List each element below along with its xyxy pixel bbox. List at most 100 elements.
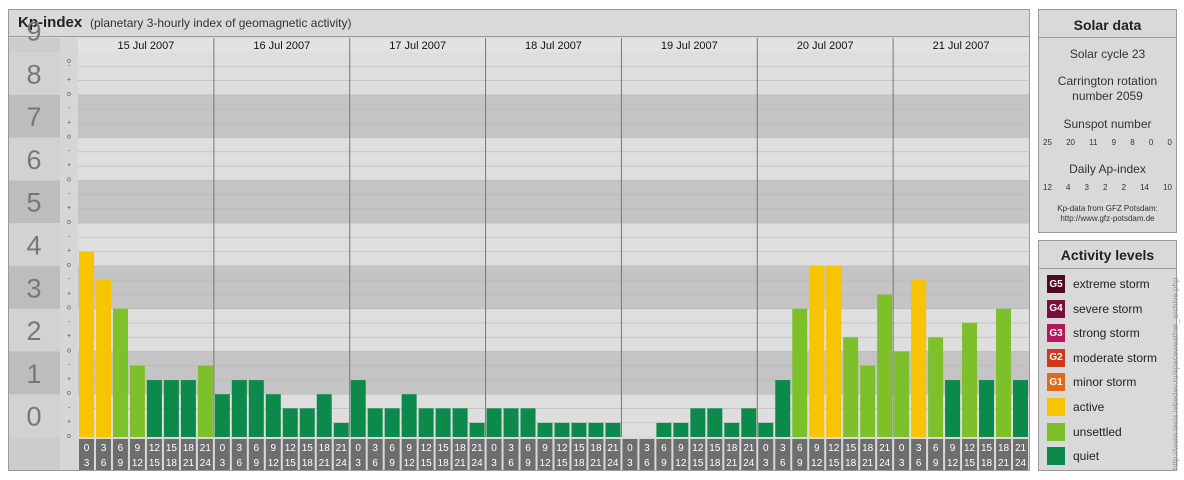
kp-bar	[197, 365, 213, 437]
x-tick-label: 21	[1015, 443, 1027, 454]
x-tick-label: 3	[780, 443, 786, 454]
kp-bar	[894, 351, 910, 437]
kp-bar	[214, 394, 230, 437]
x-tick-label: 3	[508, 443, 514, 454]
x-tick-label: 15	[438, 443, 450, 454]
kp-bar	[1013, 380, 1028, 437]
x-tick-label: 9	[406, 443, 412, 454]
level-swatch: G4	[1047, 299, 1065, 318]
x-tick-label: 24	[743, 458, 755, 469]
kp-bar	[299, 408, 315, 437]
x-tick-label: 21	[743, 443, 755, 454]
x-tick-label: 3	[644, 443, 650, 454]
kp-bar	[486, 408, 502, 437]
y-minor-tick-label: o	[67, 176, 71, 183]
x-tick-label: 15	[692, 458, 704, 469]
x-tick-label: 9	[797, 458, 803, 469]
y-minor-tick-label: o	[67, 91, 71, 98]
kp-band-4	[78, 223, 1029, 266]
level-label: quiet	[1073, 449, 1100, 464]
ap-value: 10	[1163, 183, 1172, 192]
x-tick-label: 21	[879, 443, 891, 454]
carrington-line2: number 2059	[1072, 89, 1143, 103]
x-tick-label: 12	[964, 443, 976, 454]
kp-bar	[979, 380, 995, 437]
y-minor-tick-label: o	[67, 305, 71, 312]
x-tick-label: 24	[336, 458, 348, 469]
x-tick-label: 21	[590, 458, 602, 469]
x-tick-label: 0	[491, 443, 497, 454]
x-tick-label: 21	[319, 458, 331, 469]
kp-bar	[503, 408, 519, 437]
ap-values: 12 4 3 2 2 14 10	[1043, 183, 1172, 192]
x-tick-label: 9	[271, 443, 277, 454]
x-tick-label: 9	[678, 443, 684, 454]
level-swatch: G3	[1047, 324, 1065, 343]
x-tick-label: 3	[237, 443, 243, 454]
x-tick-label: 12	[811, 458, 823, 469]
x-tick-label: 6	[254, 443, 260, 454]
kp-bar	[554, 422, 570, 437]
x-tick-label: 6	[797, 443, 803, 454]
kp-bar	[860, 365, 876, 437]
y-minor-tick-label: o	[67, 134, 71, 141]
kp-band-6	[78, 137, 1029, 181]
sunspot-value: 0	[1148, 138, 1154, 147]
level-label: moderate storm	[1073, 350, 1158, 365]
level-label: strong storm	[1073, 326, 1140, 341]
solar-divider	[1039, 37, 1176, 38]
x-tick-label: 24	[879, 458, 891, 469]
x-tick-label: 9	[933, 458, 939, 469]
x-tick-label: 12	[539, 458, 551, 469]
y-minor-tick-label: o	[67, 262, 71, 269]
kp-bar	[95, 280, 111, 437]
kp-bar	[350, 380, 366, 437]
y-minor-tick-label: o	[67, 433, 71, 440]
x-tick-label: 18	[726, 443, 738, 454]
kp-bar	[520, 408, 536, 437]
x-tick-label: 12	[421, 443, 433, 454]
x-tick-label: 12	[404, 458, 416, 469]
x-tick-label: 21	[183, 458, 195, 469]
kp-bar	[129, 365, 145, 437]
x-tick-label: 9	[542, 443, 548, 454]
x-tick-label: 15	[302, 443, 314, 454]
day-label: 20 Jul 2007	[797, 40, 854, 52]
x-tick-label: 18	[998, 443, 1010, 454]
x-tick-label: 9	[950, 443, 956, 454]
x-tick-label: 18	[862, 443, 874, 454]
kp-bar	[146, 380, 162, 437]
x-tick-label: 18	[166, 458, 178, 469]
kp-bar	[758, 422, 774, 437]
level-label: severe storm	[1073, 301, 1143, 316]
x-tick-label: 18	[183, 443, 195, 454]
x-tick-label: 9	[389, 458, 395, 469]
y-tick-label: 0	[26, 402, 41, 432]
x-tick-label: 0	[899, 443, 905, 454]
x-tick-label: 3	[101, 443, 107, 454]
y-minor-tick-label: +	[67, 119, 71, 126]
y-tick-label: 7	[26, 102, 41, 132]
sunspot-label: Sunspot number	[1063, 117, 1152, 131]
source-link[interactable]: http://www.gfz-potsdam.de	[1039, 214, 1176, 224]
kp-bar	[367, 408, 383, 437]
y-tick-label: 2	[26, 316, 41, 346]
y-tick-label: 5	[26, 188, 41, 218]
source-line1: Kp-data from GFZ Potsdam:	[1057, 204, 1158, 213]
y-tick-label: 8	[26, 59, 41, 89]
carrington-line1: Carrington rotation	[1057, 74, 1158, 88]
x-tick-label: 15	[421, 458, 433, 469]
x-tick-label: 12	[268, 458, 280, 469]
kp-bar	[911, 280, 927, 437]
kp-bar	[656, 422, 672, 437]
x-tick-label: 12	[132, 458, 144, 469]
activity-levels-panel: Activity levels G5 extreme storm G4 severe …	[1038, 240, 1177, 471]
kp-bar	[996, 308, 1012, 437]
ap-value: 3	[1084, 183, 1089, 192]
x-tick-label: 0	[627, 443, 633, 454]
kp-bar	[775, 380, 791, 437]
x-tick-label: 15	[166, 443, 178, 454]
archive-watermark: http://www.tesis.lebedev.ru/spaceweather…	[1171, 277, 1180, 470]
x-tick-label: 6	[644, 458, 650, 469]
y-tick-label: 9	[26, 17, 41, 47]
